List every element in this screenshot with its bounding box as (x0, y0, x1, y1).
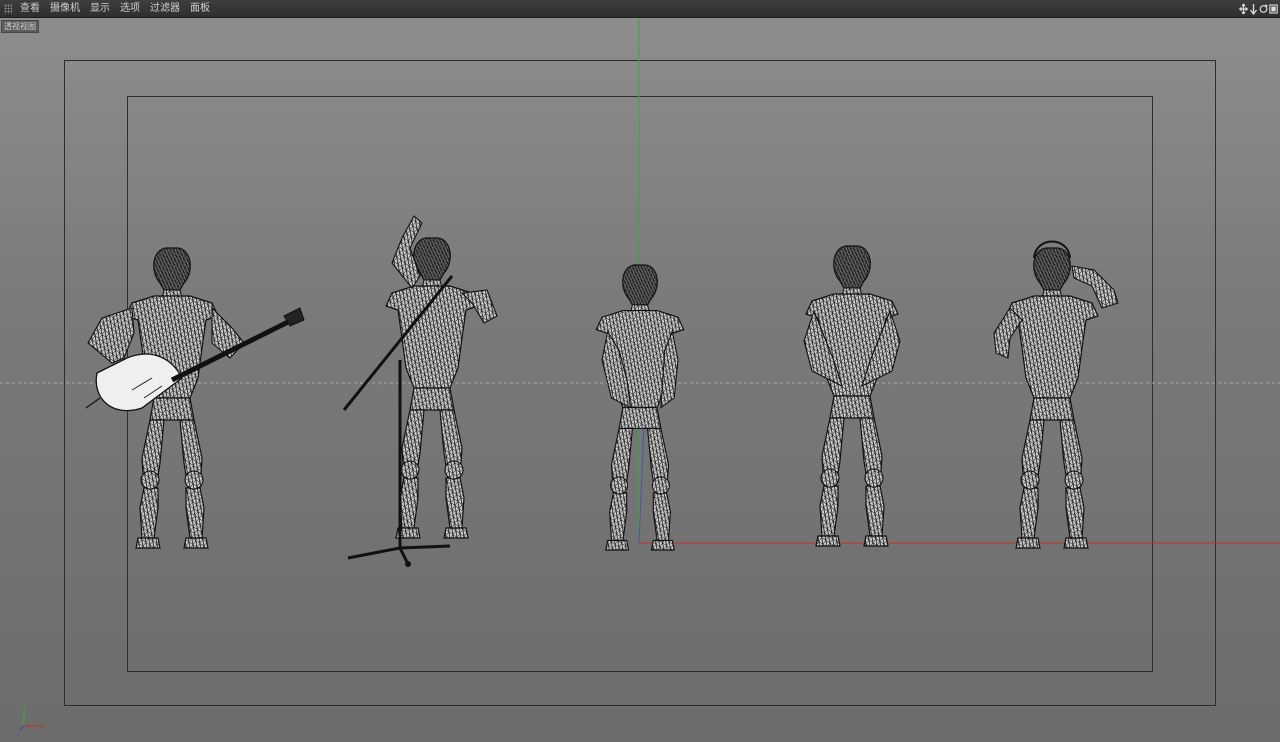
scene-canvas[interactable] (0, 18, 1280, 742)
mic-stand-base (347, 544, 451, 565)
menu-cameras[interactable]: 摄像机 (46, 0, 86, 18)
viewport-navigation (1239, 1, 1278, 17)
figure-standing[interactable] (803, 245, 901, 547)
figure-hip-pose[interactable] (595, 264, 685, 551)
figure-guitarist[interactable] (85, 247, 305, 549)
move-view-icon[interactable] (1239, 3, 1248, 15)
axis-y-label: Y (21, 702, 27, 710)
menu-display[interactable]: 显示 (86, 0, 116, 18)
menu-panel[interactable]: 面板 (186, 0, 216, 18)
perspective-viewport[interactable]: 透视视图 Y X (0, 18, 1280, 742)
menu-filter[interactable]: 过滤器 (146, 0, 186, 18)
axis-x-label: X (40, 723, 45, 731)
figure-headphones[interactable] (993, 240, 1119, 549)
menu-view[interactable]: 查看 (16, 0, 46, 18)
viewport-menu-bar: 查看 摄像机 显示 选项 过滤器 面板 (0, 0, 1280, 18)
cinema4d-viewport-window: 查看 摄像机 显示 选项 过滤器 面板 透视视图 Y X (0, 0, 1280, 742)
toggle-view-icon[interactable] (1269, 3, 1278, 15)
menu-options[interactable]: 选项 (116, 0, 146, 18)
rotate-view-icon[interactable] (1259, 3, 1268, 15)
axis-gizmo: Y X (19, 702, 45, 731)
dolly-view-icon[interactable] (1249, 3, 1258, 15)
panel-grip-icon[interactable] (4, 3, 12, 14)
figure-singer[interactable] (342, 215, 498, 567)
